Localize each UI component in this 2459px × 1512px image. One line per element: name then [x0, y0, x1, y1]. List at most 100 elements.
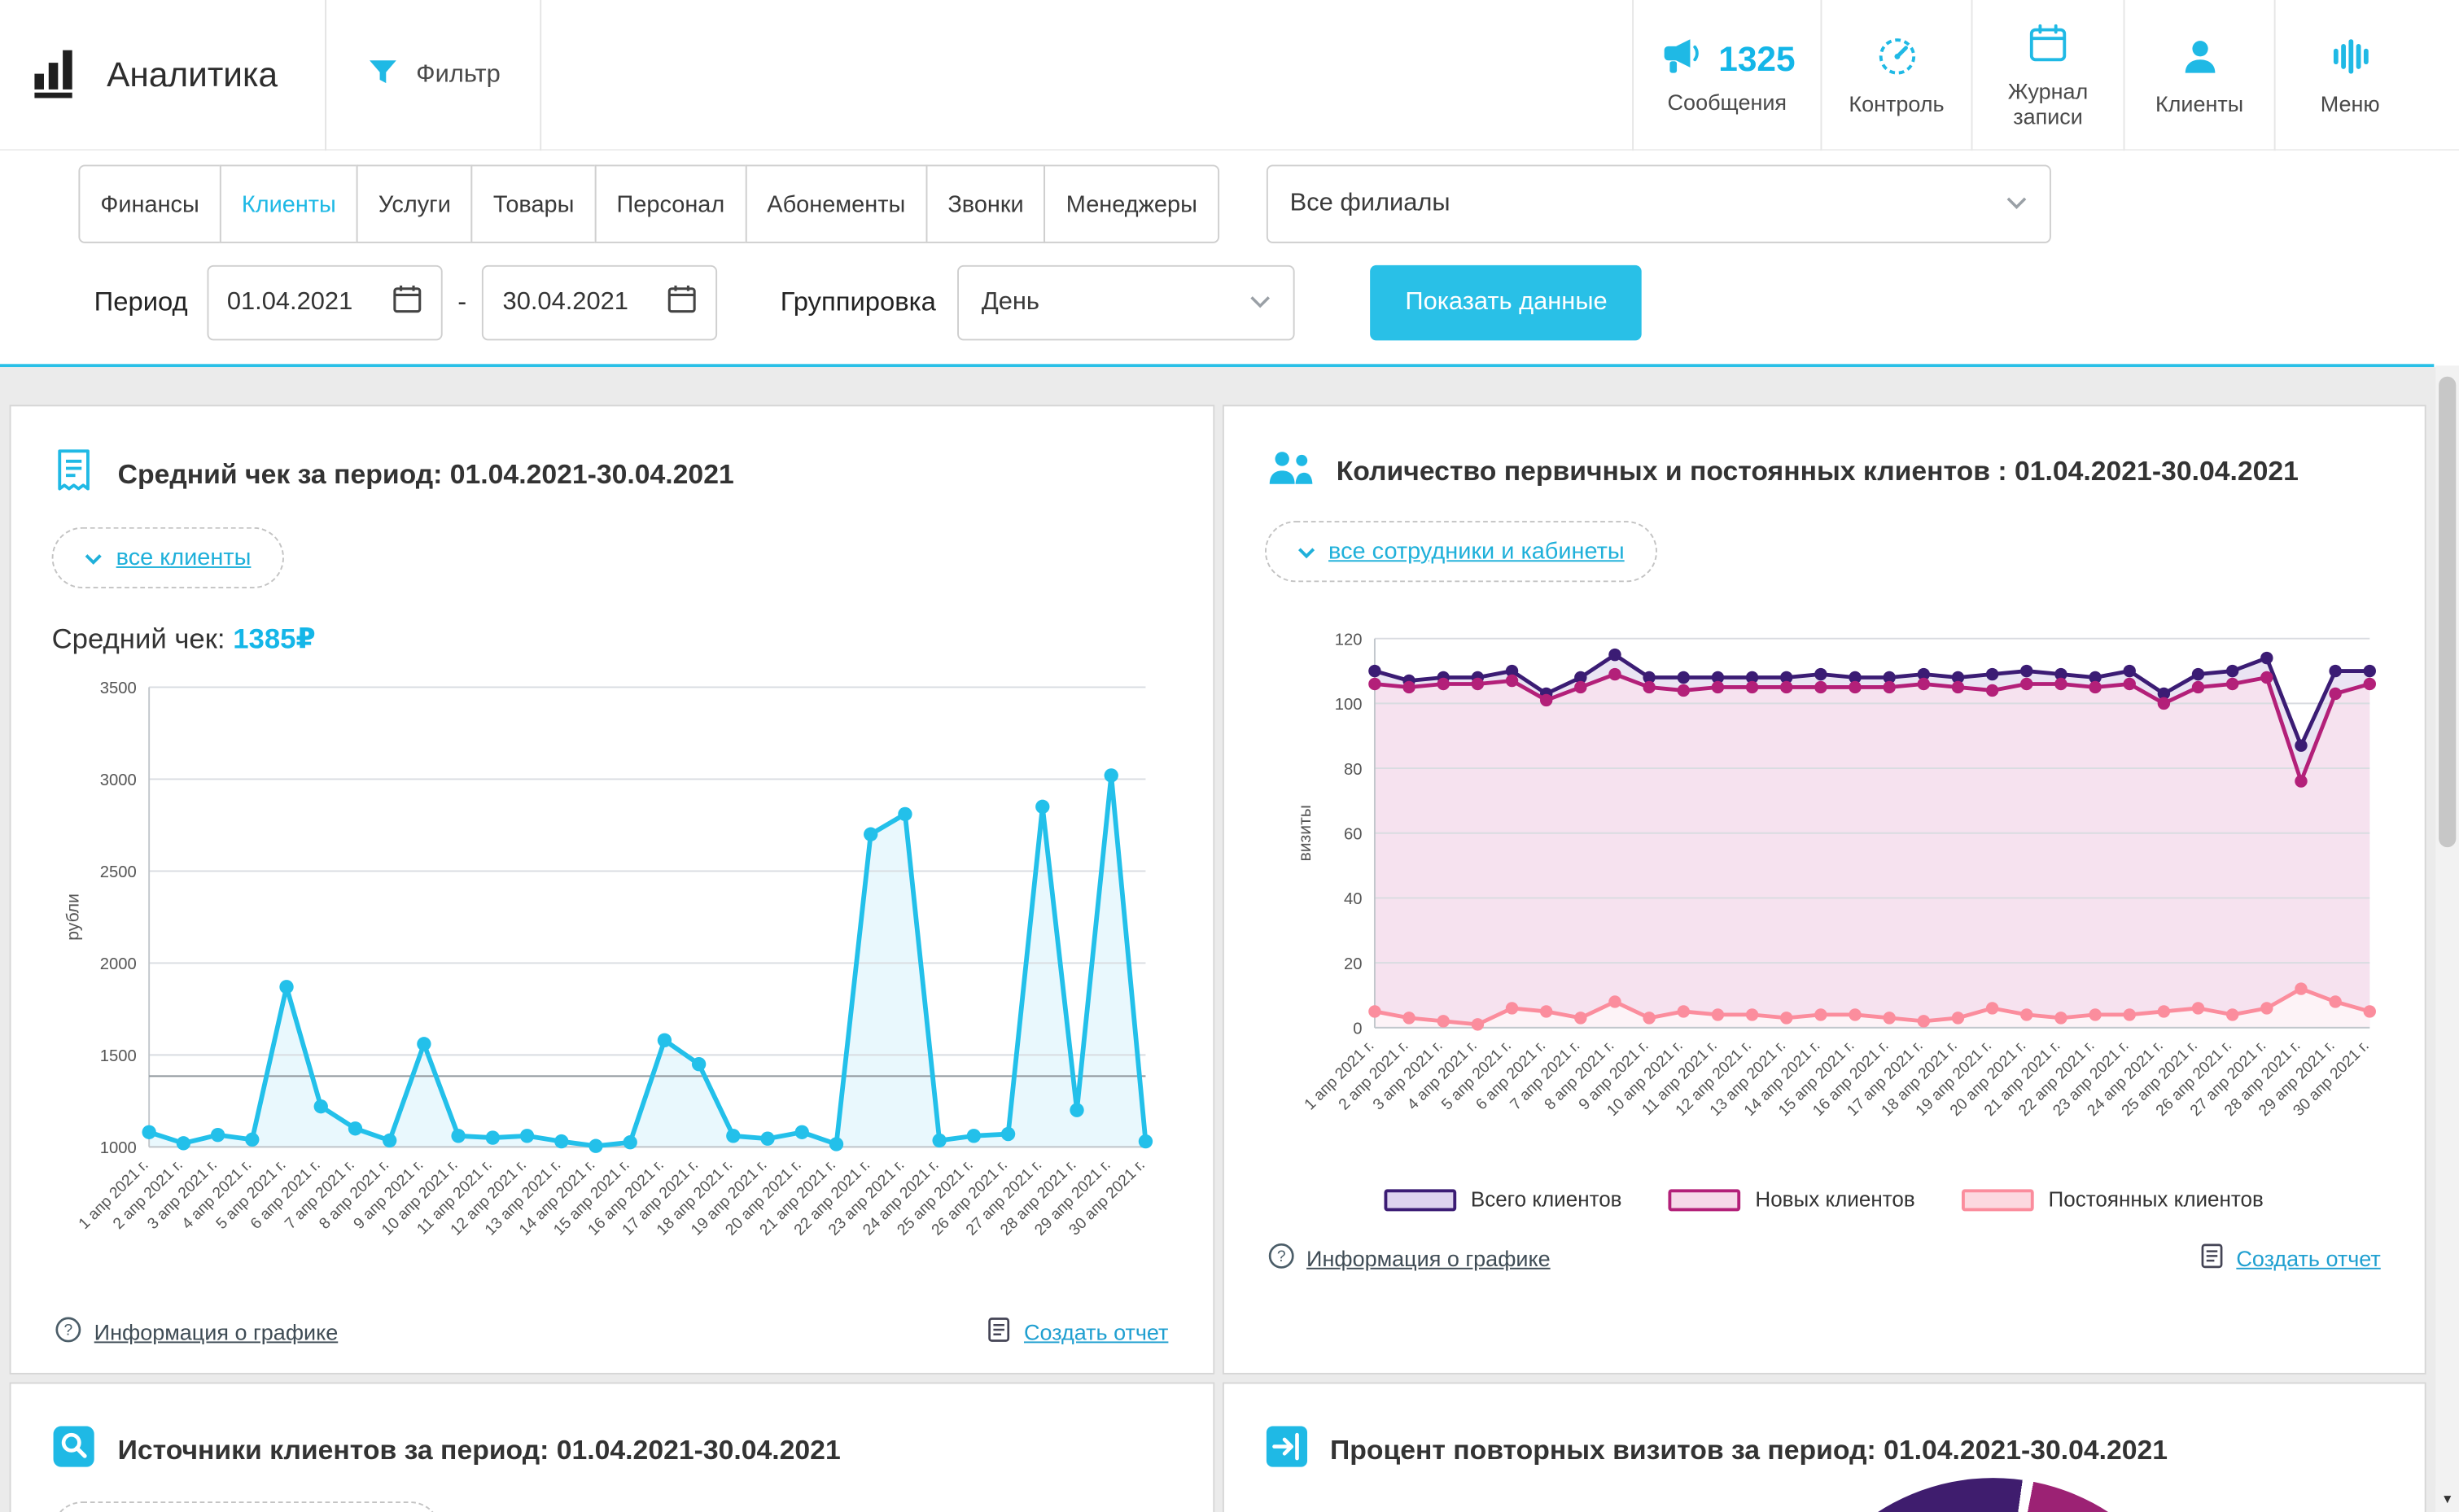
- nav-journal-label: Журнал записи: [1997, 78, 2098, 129]
- client-sources-panel: Источники клиентов за период: 01.04.2021…: [10, 1383, 1214, 1512]
- svg-text:0: 0: [1352, 1020, 1361, 1038]
- legend-label: Всего клиентов: [1471, 1187, 1622, 1211]
- legend-item: Всего клиентов: [1385, 1187, 1622, 1211]
- nav-clients-label: Клиенты: [2155, 91, 2243, 116]
- tab-managers[interactable]: Менеджеры: [1044, 164, 1219, 243]
- nav-journal[interactable]: Журнал записи: [1971, 0, 2124, 151]
- svg-text:визиты: визиты: [1295, 805, 1314, 862]
- top-bar: Аналитика Фильтр: [0, 0, 2459, 151]
- category-tabs: Финансы Клиенты Услуги Товары Персонал А…: [78, 164, 1219, 243]
- svg-text:40: 40: [1343, 890, 1362, 908]
- scrollbar-thumb[interactable]: [2439, 377, 2456, 847]
- app-logo[interactable]: Аналитика: [32, 0, 278, 151]
- date-to-input[interactable]: 30.04.2021: [482, 265, 717, 341]
- clients-chart-info-link[interactable]: ? Информация о графике: [1267, 1243, 1551, 1274]
- svg-text:3500: 3500: [100, 680, 137, 697]
- clients-chart-report-link[interactable]: Создать отчет: [2200, 1243, 2381, 1274]
- people-icon: [1264, 447, 1315, 496]
- filter-tab-label: Фильтр: [416, 61, 501, 90]
- avg-chart-info-link[interactable]: ? Информация о графике: [55, 1317, 338, 1348]
- svg-text:20: 20: [1343, 955, 1362, 973]
- show-data-button[interactable]: Показать данные: [1371, 265, 1642, 341]
- svg-text:2500: 2500: [100, 863, 137, 881]
- period-label: Период: [94, 287, 188, 319]
- filter-tab[interactable]: Фильтр: [325, 0, 541, 151]
- repeat-visit-door-icon: [1264, 1425, 1308, 1477]
- repeat-visits-title: Процент повторных визитов за период: 01.…: [1330, 1434, 2168, 1466]
- date-from-input[interactable]: 01.04.2021: [207, 265, 442, 341]
- client-sources-title: Источники клиентов за период: 01.04.2021…: [118, 1434, 841, 1466]
- avg-check-label: Средний чек:: [52, 623, 225, 654]
- calendar-small-icon: [392, 284, 422, 321]
- question-circle-icon: ?: [55, 1317, 81, 1348]
- tab-services[interactable]: Услуги: [357, 164, 473, 243]
- branch-select[interactable]: Все филиалы: [1267, 164, 2051, 243]
- svg-text:3000: 3000: [100, 771, 137, 789]
- receipt-icon: [52, 447, 96, 501]
- filter-panel: Финансы Клиенты Услуги Товары Персонал А…: [0, 151, 2459, 364]
- scroll-down-button[interactable]: ▼: [2435, 1486, 2459, 1512]
- nav-control-label: Контроль: [1849, 91, 1944, 116]
- search-icon: [52, 1425, 96, 1477]
- grouping-label: Группировка: [781, 287, 936, 319]
- clients-count-filter-pill[interactable]: все сотрудники и кабинеты: [1264, 521, 1657, 582]
- tab-finances[interactable]: Финансы: [78, 164, 221, 243]
- calendar-small-icon: [667, 284, 698, 321]
- clients-legend: Всего клиентов Новых клиентов Постоянных к…: [1264, 1187, 2384, 1211]
- report-icon: [2200, 1243, 2224, 1274]
- person-icon: [2177, 34, 2221, 83]
- gauge-icon: [1875, 34, 1919, 83]
- top-navigation: 1325 Сообщения Контроль: [1632, 0, 2425, 151]
- tab-goods[interactable]: Товары: [471, 164, 596, 243]
- svg-text:?: ?: [64, 1322, 73, 1339]
- svg-text:120: 120: [1334, 631, 1362, 649]
- date-from-value: 01.04.2021: [227, 289, 352, 317]
- legend-label: Новых клиентов: [1755, 1187, 1914, 1211]
- grouping-select-value: День: [982, 289, 1039, 317]
- branch-select-value: Все филиалы: [1290, 190, 1450, 218]
- repeat-visits-panel: Процент повторных визитов за период: 01.…: [1222, 1383, 2426, 1512]
- avg-check-filter-pill[interactable]: все клиенты: [52, 527, 284, 588]
- avg-chart-report-link[interactable]: Создать отчет: [988, 1317, 1169, 1348]
- avg-check-chart: 1000150020002500300035001 апр 2021 г.2 а…: [58, 671, 1164, 1307]
- page-scrollbar[interactable]: ▼: [2435, 365, 2459, 1512]
- svg-text:рубли: рубли: [63, 894, 82, 941]
- clients-chart-report-label: Создать отчет: [2236, 1246, 2380, 1271]
- clients-count-title: Количество первичных и постоянных клиент…: [1337, 455, 2299, 487]
- chevron-down-icon: [1297, 538, 1314, 565]
- nav-control[interactable]: Контроль: [1820, 0, 1971, 151]
- svg-text:1000: 1000: [100, 1139, 137, 1157]
- svg-text:80: 80: [1343, 761, 1362, 779]
- tab-memberships[interactable]: Абонементы: [745, 164, 927, 243]
- grouping-select[interactable]: День: [958, 265, 1296, 341]
- svg-text:2000: 2000: [100, 955, 137, 973]
- clients-chart: 0204060801001201 апр 2021 г.2 апр 2021 г…: [1289, 623, 2388, 1181]
- nav-messages-label: Сообщения: [1668, 90, 1787, 115]
- avg-check-panel: Средний чек за период: 01.04.2021-30.04.…: [10, 404, 1214, 1374]
- tab-calls[interactable]: Звонки: [925, 164, 1045, 243]
- clients-count-panel: Количество первичных и постоянных клиент…: [1222, 404, 2426, 1374]
- tab-staff[interactable]: Персонал: [595, 164, 747, 243]
- legend-item: Постоянных клиентов: [1962, 1187, 2264, 1211]
- chevron-down-icon: [2006, 190, 2028, 218]
- menu-icon: [2328, 34, 2372, 83]
- svg-text:60: 60: [1343, 825, 1362, 843]
- legend-swatch: [1669, 1188, 1741, 1210]
- legend-item: Новых клиентов: [1669, 1187, 1914, 1211]
- nav-clients[interactable]: Клиенты: [2124, 0, 2274, 151]
- calendar-icon: [2026, 22, 2070, 71]
- nav-messages[interactable]: 1325 Сообщения: [1632, 0, 1820, 151]
- client-sources-filter-pill[interactable]: Выбрать источник клиента: [52, 1501, 441, 1512]
- messages-count-badge: 1325: [1718, 38, 1795, 79]
- nav-menu[interactable]: Меню: [2274, 0, 2425, 151]
- chevron-down-icon: [1250, 289, 1272, 317]
- page-title: Аналитика: [107, 55, 278, 95]
- analytics-bars-icon: [32, 43, 85, 107]
- legend-label: Постоянных клиентов: [2049, 1187, 2264, 1211]
- avg-check-value: 1385₽: [233, 623, 315, 654]
- avg-chart-report-label: Создать отчет: [1024, 1319, 1168, 1344]
- report-icon: [988, 1317, 1012, 1348]
- clients-count-filter-label: все сотрудники и кабинеты: [1328, 538, 1625, 565]
- avg-check-value-line: Средний чек: 1385₽: [52, 623, 1172, 655]
- tab-clients[interactable]: Клиенты: [220, 164, 358, 243]
